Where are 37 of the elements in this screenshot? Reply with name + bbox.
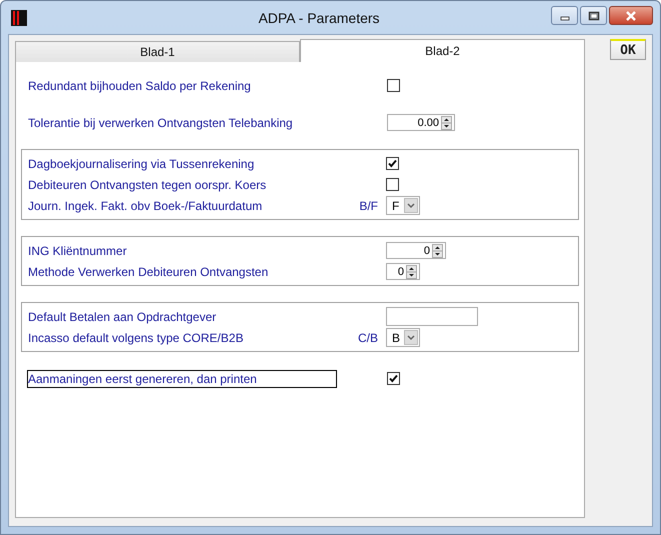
spin-arrows-icon[interactable] <box>406 264 417 278</box>
app-icon <box>11 10 27 26</box>
tab[interactable]: Blad-2 <box>300 39 585 62</box>
checkbox[interactable] <box>387 372 400 385</box>
setting-label: Debiteuren Ontvangsten tegen oorspr. Koers <box>27 176 268 194</box>
close-icon <box>625 10 637 20</box>
spin-arrows-icon[interactable] <box>432 244 443 258</box>
checkbox[interactable] <box>387 79 400 92</box>
setting-label: Incasso default volgens type CORE/B2B <box>27 330 244 346</box>
setting-label: ING Kliëntnummer <box>27 242 128 260</box>
caret-icon[interactable] <box>404 198 418 213</box>
dropdown[interactable]: B <box>386 328 420 347</box>
input-field[interactable] <box>386 307 478 326</box>
checkbox[interactable] <box>386 157 399 170</box>
setting-label: Dagboekjournalisering via Tussenrekening <box>27 156 256 172</box>
spinner-field[interactable]: 0 <box>386 242 446 259</box>
ok-button[interactable]: OK <box>610 39 646 60</box>
setting-label: Default Betalen aan Opdrachtgever <box>27 308 218 326</box>
spinner-field[interactable]: 0.00 <box>387 114 455 131</box>
minimize-button[interactable] <box>551 6 578 25</box>
tab[interactable]: Blad-1 <box>15 41 300 62</box>
window-title: ADPA - Parameters <box>257 10 381 26</box>
setting-label: Methode Verwerken Debiteuren Ontvangsten <box>27 264 270 280</box>
setting-label: Aanmaningen eerst genereren, dan printen <box>27 370 337 388</box>
option-hint: B/F <box>359 198 378 212</box>
option-hint: C/B <box>358 330 378 344</box>
setting-label: Tolerantie bij verwerken Ontvangsten Telebanking <box>27 114 294 132</box>
setting-label: Journ. Ingek. Fakt. obv Boek-/Faktuurdatum <box>27 198 264 214</box>
maximize-button[interactable] <box>580 6 607 25</box>
dropdown[interactable]: F <box>386 196 420 215</box>
spinner-field[interactable]: 0 <box>386 263 420 280</box>
spin-arrows-icon[interactable] <box>441 116 452 130</box>
setting-label: Redundant bijhouden Saldo per Rekening <box>27 78 252 94</box>
close-button[interactable] <box>609 6 653 25</box>
checkbox[interactable] <box>386 178 399 191</box>
maximize-icon <box>588 10 600 20</box>
caret-icon[interactable] <box>404 330 418 345</box>
